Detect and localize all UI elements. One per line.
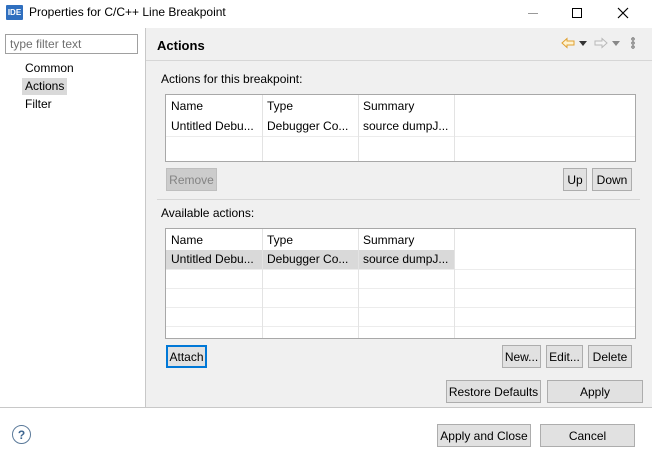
page-title: Actions <box>157 38 205 53</box>
app-icon: IDE <box>6 5 23 20</box>
nav-item-filter[interactable]: Filter <box>22 96 55 113</box>
column-divider <box>358 229 359 338</box>
help-icon[interactable]: ? <box>12 425 31 444</box>
forward-menu-icon[interactable] <box>611 35 621 51</box>
table-header: Name Type Summary <box>166 97 635 116</box>
cell-type: Debugger Co... <box>267 119 349 133</box>
column-divider <box>454 229 455 338</box>
breakpoint-actions-table[interactable]: Name Type Summary Untitled Debu... Debug… <box>165 94 636 162</box>
column-divider <box>262 229 263 338</box>
row-divider <box>166 288 635 289</box>
table-row[interactable]: Untitled Debu... Debugger Co... source d… <box>166 117 635 136</box>
column-header-type[interactable]: Type <box>262 231 358 250</box>
apply-button[interactable]: Apply <box>547 380 643 403</box>
table-row[interactable]: Untitled Debu... Debugger Co... source d… <box>166 250 455 269</box>
row-divider <box>166 269 635 270</box>
cancel-button[interactable]: Cancel <box>540 424 635 447</box>
attach-button[interactable]: Attach <box>166 345 207 368</box>
minimize-icon <box>528 12 538 14</box>
cell-summary: source dumpJ... <box>363 252 449 266</box>
back-menu-icon[interactable] <box>578 35 588 51</box>
maximize-icon <box>572 8 582 18</box>
row-divider <box>166 136 635 137</box>
column-divider <box>262 95 263 161</box>
back-arrow-icon[interactable] <box>560 35 576 51</box>
column-header-summary[interactable]: Summary <box>358 231 454 250</box>
cell-name: Untitled Debu... <box>171 252 254 266</box>
close-button[interactable] <box>600 0 646 26</box>
cell-summary: source dumpJ... <box>363 119 449 133</box>
column-divider <box>358 95 359 161</box>
restore-defaults-button[interactable]: Restore Defaults <box>446 380 541 403</box>
column-header-name[interactable]: Name <box>166 231 262 250</box>
column-header-name[interactable]: Name <box>166 97 262 116</box>
filter-input[interactable] <box>5 34 138 54</box>
remove-button[interactable]: Remove <box>166 168 217 191</box>
row-divider <box>166 307 635 308</box>
delete-action-button[interactable]: Delete <box>588 345 632 368</box>
column-header-summary[interactable]: Summary <box>358 97 454 116</box>
breakpoint-actions-label: Actions for this breakpoint: <box>161 72 303 86</box>
column-header-type[interactable]: Type <box>262 97 358 116</box>
column-divider <box>454 95 455 161</box>
down-button[interactable]: Down <box>592 168 632 191</box>
up-button[interactable]: Up <box>563 168 587 191</box>
view-menu-icon[interactable] <box>628 35 638 51</box>
cell-name: Untitled Debu... <box>171 119 254 133</box>
nav-item-actions[interactable]: Actions <box>22 78 68 95</box>
row-divider <box>166 326 635 327</box>
footer-divider <box>0 407 652 408</box>
maximize-button[interactable] <box>554 0 600 26</box>
available-actions-label: Available actions: <box>161 206 255 220</box>
nav-item-common[interactable]: Common <box>22 60 77 77</box>
cell-type: Debugger Co... <box>267 252 349 266</box>
apply-and-close-button[interactable]: Apply and Close <box>437 424 531 447</box>
table-header: Name Type Summary <box>166 231 635 250</box>
forward-arrow-icon[interactable] <box>593 35 609 51</box>
available-actions-table[interactable]: Name Type Summary Untitled Debu... Debug… <box>165 228 636 339</box>
page-header <box>146 28 652 61</box>
section-divider <box>157 199 640 200</box>
close-icon <box>617 7 629 19</box>
title-bar: IDE Properties for C/C++ Line Breakpoint <box>0 0 652 26</box>
minimize-button[interactable] <box>510 0 556 26</box>
edit-action-button[interactable]: Edit... <box>546 345 583 368</box>
window-title: Properties for C/C++ Line Breakpoint <box>29 5 226 19</box>
new-action-button[interactable]: New... <box>502 345 541 368</box>
